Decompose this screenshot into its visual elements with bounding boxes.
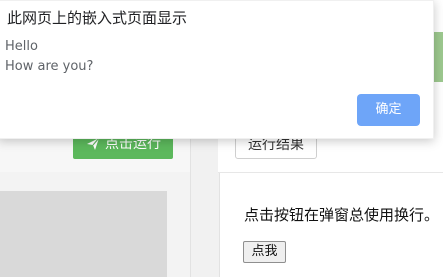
- code-editor-area[interactable]: [0, 191, 167, 277]
- dialog-title: 此网页上的嵌入式页面显示: [7, 9, 188, 27]
- dialog-message-line-2: How are you?: [5, 59, 94, 74]
- confirm-button[interactable]: 确定: [357, 94, 420, 126]
- alert-dialog: 此网页上的嵌入式页面显示 Hello How are you? 确定: [0, 0, 434, 139]
- code-editor-panel: [0, 172, 190, 277]
- page: 点击运行 运行结果 点击按钮在弹窗总使用换行。 点我 此网页上的嵌入式页面显示 …: [0, 0, 443, 277]
- click-me-button[interactable]: 点我: [243, 241, 286, 263]
- result-text: 点击按钮在弹窗总使用换行。: [244, 206, 440, 224]
- dialog-message-line-1: Hello: [5, 39, 38, 54]
